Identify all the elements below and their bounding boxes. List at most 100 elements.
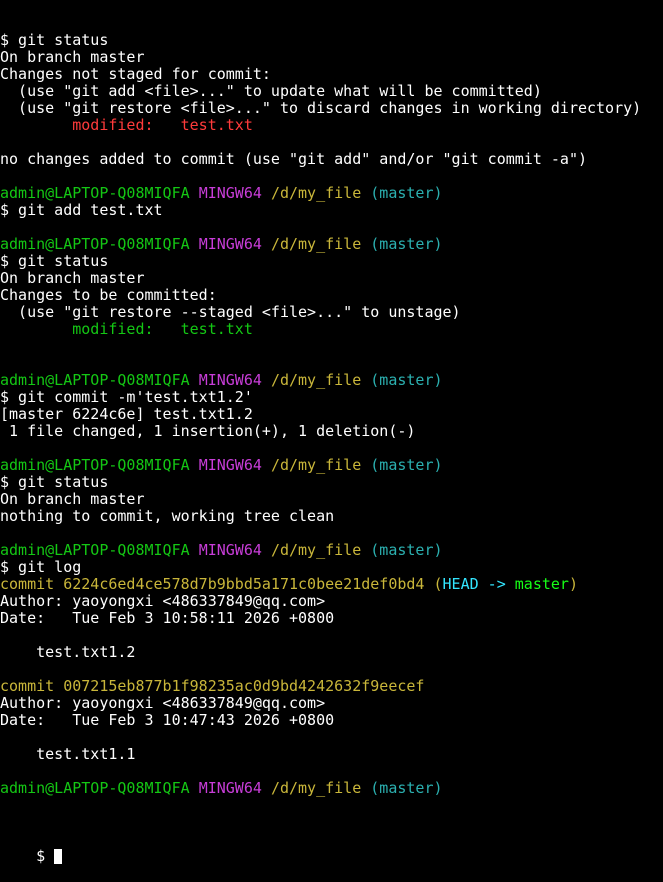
- terminal-text-segment: (use "git restore <file>..." to discard …: [0, 99, 642, 117]
- terminal-text-segment: (use "git restore --staged <file>..." to…: [0, 303, 461, 321]
- terminal-line: admin@LAPTOP-Q08MIQFA MINGW64 /d/my_file…: [0, 236, 663, 253]
- terminal-text-segment: MINGW64: [198, 235, 271, 253]
- terminal-text-segment: (master): [370, 456, 443, 474]
- terminal-text-segment: (: [433, 575, 443, 593]
- terminal-text-segment: 1 file changed, 1 insertion(+), 1 deleti…: [0, 422, 416, 440]
- terminal-line: $ git status: [0, 474, 663, 491]
- terminal-line: commit 6224c6ed4ce578d7b9bbd5a171c0bee21…: [0, 576, 663, 593]
- terminal-text-segment: $ git status: [0, 252, 109, 270]
- terminal-text-segment: test.txt1.1: [0, 745, 136, 763]
- terminal-text-segment: nothing to commit, working tree clean: [0, 507, 335, 525]
- terminal-line: (use "git restore --staged <file>..." to…: [0, 304, 663, 321]
- terminal-line: Author: yaoyongxi <486337849@qq.com>: [0, 695, 663, 712]
- terminal-text-segment: [master 6224c6e] test.txt1.2: [0, 405, 253, 423]
- terminal-text-segment: commit 007215eb877b1f98235ac0d9bd4242632…: [0, 677, 425, 695]
- terminal-text-segment: MINGW64: [198, 779, 271, 797]
- terminal-line: admin@LAPTOP-Q08MIQFA MINGW64 /d/my_file…: [0, 457, 663, 474]
- terminal-text-segment: master: [514, 575, 569, 593]
- terminal-text-segment: Author: yaoyongxi <486337849@qq.com>: [0, 592, 326, 610]
- terminal-text-segment: (master): [370, 235, 443, 253]
- terminal-text-segment: $ git add test.txt: [0, 201, 163, 219]
- terminal-text-segment: MINGW64: [198, 456, 271, 474]
- terminal-text-segment: test.txt1.2: [0, 643, 136, 661]
- terminal-text-segment: (master): [370, 371, 443, 389]
- terminal-text-segment: commit 6224c6ed4ce578d7b9bbd5a171c0bee21…: [0, 575, 434, 593]
- terminal-line: $ git status: [0, 32, 663, 49]
- terminal-text-segment: admin@LAPTOP-Q08MIQFA: [0, 184, 199, 202]
- terminal-text-segment: Date: Tue Feb 3 10:58:11 2026 +0800: [0, 609, 335, 627]
- terminal-text-segment: On branch master: [0, 490, 145, 508]
- input-line[interactable]: $: [0, 831, 663, 865]
- terminal-line: Date: Tue Feb 3 10:58:11 2026 +0800: [0, 610, 663, 627]
- terminal-output: $ git status On branch master Changes not …: [0, 32, 663, 797]
- terminal-text-segment: $ git commit -m'test.txt1.2': [0, 388, 253, 406]
- terminal-text-segment: modified: test.txt: [0, 320, 253, 338]
- terminal-line: admin@LAPTOP-Q08MIQFA MINGW64 /d/my_file…: [0, 542, 663, 559]
- terminal-text-segment: /d/my_file: [270, 184, 371, 202]
- terminal-line: modified: test.txt: [0, 117, 663, 134]
- terminal-text-segment: admin@LAPTOP-Q08MIQFA: [0, 371, 199, 389]
- terminal-line: test.txt1.2: [0, 644, 663, 661]
- terminal-line: On branch master: [0, 270, 663, 287]
- terminal-line: nothing to commit, working tree clean: [0, 508, 663, 525]
- terminal-text-segment: /d/my_file: [270, 371, 371, 389]
- terminal-line: Date: Tue Feb 3 10:47:43 2026 +0800: [0, 712, 663, 729]
- terminal-line: Changes to be committed:: [0, 287, 663, 304]
- terminal-text-segment: On branch master: [0, 269, 145, 287]
- terminal-text-segment: MINGW64: [198, 371, 271, 389]
- terminal-line: $ git commit -m'test.txt1.2': [0, 389, 663, 406]
- terminal-line: On branch master: [0, 491, 663, 508]
- terminal-line: On branch master: [0, 49, 663, 66]
- terminal-line: no changes added to commit (use "git add…: [0, 151, 663, 168]
- terminal-text-segment: On branch master: [0, 48, 145, 66]
- terminal-line: Author: yaoyongxi <486337849@qq.com>: [0, 593, 663, 610]
- terminal-text-segment: (master): [370, 541, 443, 559]
- terminal-line: commit 007215eb877b1f98235ac0d9bd4242632…: [0, 678, 663, 695]
- terminal-text-segment: ): [568, 575, 578, 593]
- terminal-line: (use "git restore <file>..." to discard …: [0, 100, 663, 117]
- terminal-text-segment: (use "git add <file>..." to update what …: [0, 82, 542, 100]
- terminal-text-segment: Changes to be committed:: [0, 286, 217, 304]
- terminal-text-segment: admin@LAPTOP-Q08MIQFA: [0, 456, 199, 474]
- terminal-text-segment: (master): [370, 779, 443, 797]
- terminal-text-segment: /d/my_file: [270, 541, 371, 559]
- terminal-line: admin@LAPTOP-Q08MIQFA MINGW64 /d/my_file…: [0, 780, 663, 797]
- terminal-text-segment: $ git status: [0, 31, 109, 49]
- terminal-window[interactable]: $ git status On branch master Changes not …: [0, 0, 663, 865]
- terminal-text-segment: $ git log: [0, 558, 82, 576]
- terminal-line: 1 file changed, 1 insertion(+), 1 deleti…: [0, 423, 663, 440]
- terminal-line: admin@LAPTOP-Q08MIQFA MINGW64 /d/my_file…: [0, 372, 663, 389]
- terminal-line: test.txt1.1: [0, 746, 663, 763]
- terminal-text-segment: Date: Tue Feb 3 10:47:43 2026 +0800: [0, 711, 335, 729]
- terminal-text-segment: /d/my_file: [270, 456, 371, 474]
- terminal-text-segment: $ git status: [0, 473, 109, 491]
- terminal-line: $ git add test.txt: [0, 202, 663, 219]
- terminal-text-segment: no changes added to commit (use "git add…: [0, 150, 587, 168]
- terminal-line: [master 6224c6e] test.txt1.2: [0, 406, 663, 423]
- terminal-line: $ git log: [0, 559, 663, 576]
- terminal-text-segment: HEAD ->: [442, 575, 515, 593]
- terminal-text-segment: admin@LAPTOP-Q08MIQFA: [0, 235, 199, 253]
- terminal-text-segment: MINGW64: [198, 184, 271, 202]
- terminal-text-segment: admin@LAPTOP-Q08MIQFA: [0, 779, 199, 797]
- terminal-text-segment: admin@LAPTOP-Q08MIQFA: [0, 541, 199, 559]
- text-cursor: [54, 849, 63, 864]
- terminal-line: $ git status: [0, 253, 663, 270]
- terminal-text-segment: MINGW64: [198, 541, 271, 559]
- terminal-line: admin@LAPTOP-Q08MIQFA MINGW64 /d/my_file…: [0, 185, 663, 202]
- terminal-text-segment: modified: test.txt: [0, 116, 253, 134]
- terminal-line: modified: test.txt: [0, 321, 663, 338]
- terminal-text-segment: Author: yaoyongxi <486337849@qq.com>: [0, 694, 326, 712]
- terminal-text-segment: /d/my_file: [270, 779, 371, 797]
- terminal-line: Changes not staged for commit:: [0, 66, 663, 83]
